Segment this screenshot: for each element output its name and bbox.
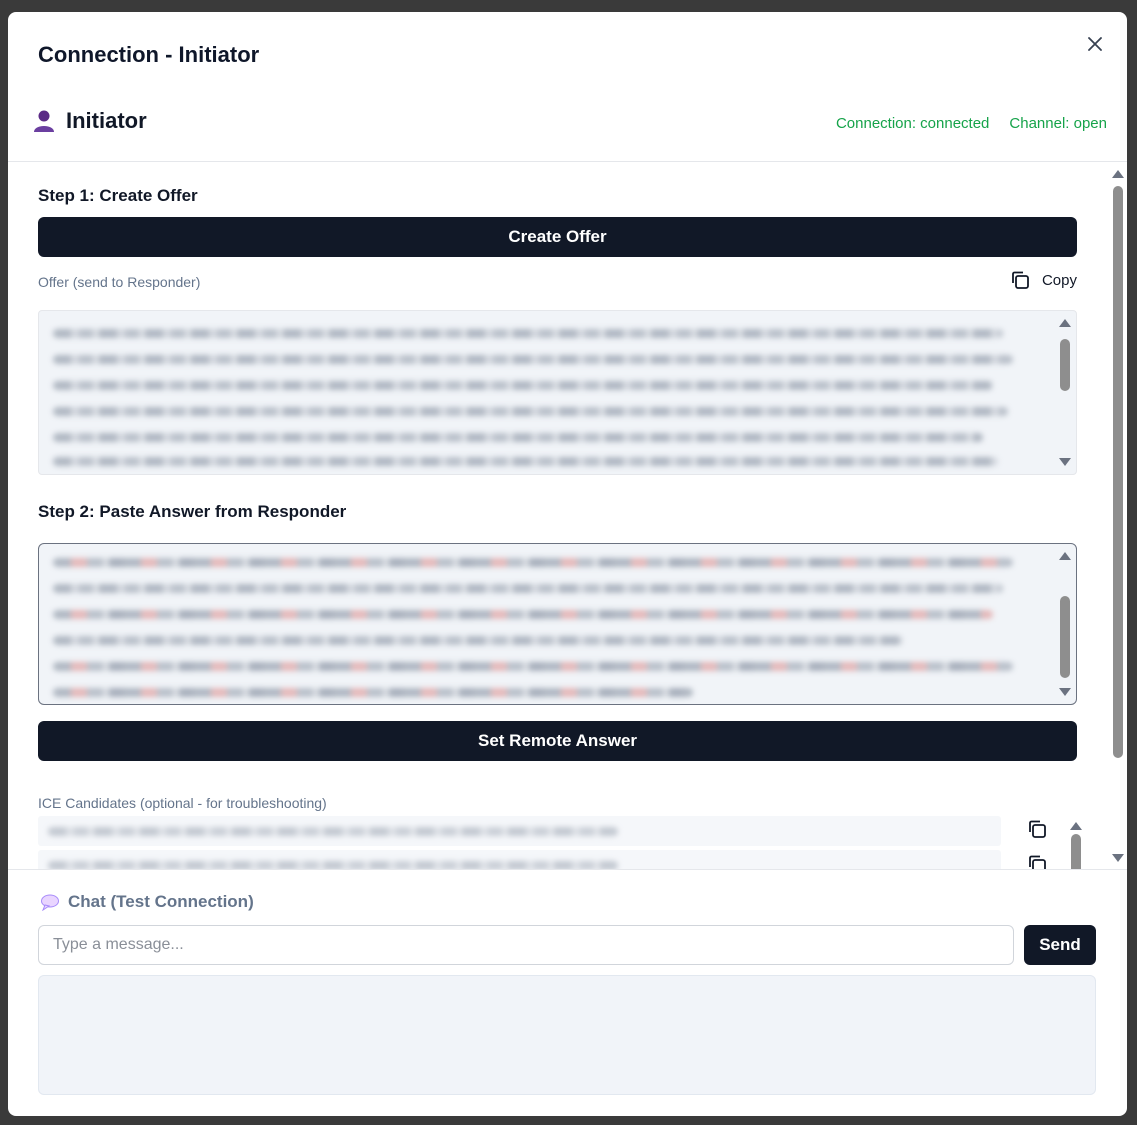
- send-button[interactable]: Send: [1024, 925, 1096, 965]
- answer-scrollbar[interactable]: [1058, 548, 1072, 700]
- copy-icon: [1029, 820, 1046, 838]
- offer-scrollbar[interactable]: [1058, 315, 1072, 470]
- chat-message-input[interactable]: [38, 925, 1014, 965]
- copy-offer-button[interactable]: Copy: [1010, 270, 1077, 290]
- close-button[interactable]: [1085, 34, 1105, 54]
- role-header: Initiator: [32, 108, 147, 134]
- speech-bubble-icon: [41, 894, 59, 911]
- create-offer-button[interactable]: Create Offer: [38, 217, 1077, 257]
- dialog-title: Connection - Initiator: [38, 42, 260, 67]
- ice-label: ICE Candidates (optional - for troublesh…: [38, 795, 327, 811]
- offer-label: Offer (send to Responder): [38, 274, 201, 290]
- status-bar: Connection: connected Channel: open: [836, 115, 1107, 132]
- copy-label: Copy: [1041, 271, 1077, 289]
- chat-title-label: Chat (Test Connection): [68, 892, 254, 911]
- connection-status: Connection: connected: [835, 115, 990, 132]
- steps-scroll-area[interactable]: Step 1: Create Offer Create Offer Offer …: [8, 162, 1127, 869]
- ice-candidate-row: [38, 850, 1001, 869]
- chat-messages-area: [38, 975, 1096, 1095]
- copy-icon: [1029, 855, 1046, 869]
- role-label: Initiator: [66, 108, 147, 133]
- ice-copy-button[interactable]: [1027, 854, 1047, 869]
- set-remote-answer-button[interactable]: Set Remote Answer: [38, 721, 1077, 761]
- chat-divider: [8, 869, 1127, 870]
- ice-scrollbar[interactable]: [1069, 818, 1083, 869]
- steps-scrollbar[interactable]: [1111, 166, 1125, 866]
- channel-status: Channel: open: [1009, 115, 1107, 132]
- step1-title: Step 1: Create Offer: [38, 186, 198, 205]
- ice-candidate-row: [38, 816, 1001, 846]
- person-icon: [34, 110, 54, 132]
- offer-textarea[interactable]: [38, 310, 1077, 475]
- ice-copy-button[interactable]: [1027, 819, 1047, 844]
- close-icon: [1088, 37, 1102, 51]
- step2-title: Step 2: Paste Answer from Responder: [38, 502, 347, 521]
- chat-title: Chat (Test Connection): [40, 892, 254, 912]
- copy-icon: [1012, 271, 1029, 289]
- connection-dialog: Connection - Initiator Initiator Connect…: [8, 12, 1127, 1116]
- answer-textarea[interactable]: [38, 543, 1077, 705]
